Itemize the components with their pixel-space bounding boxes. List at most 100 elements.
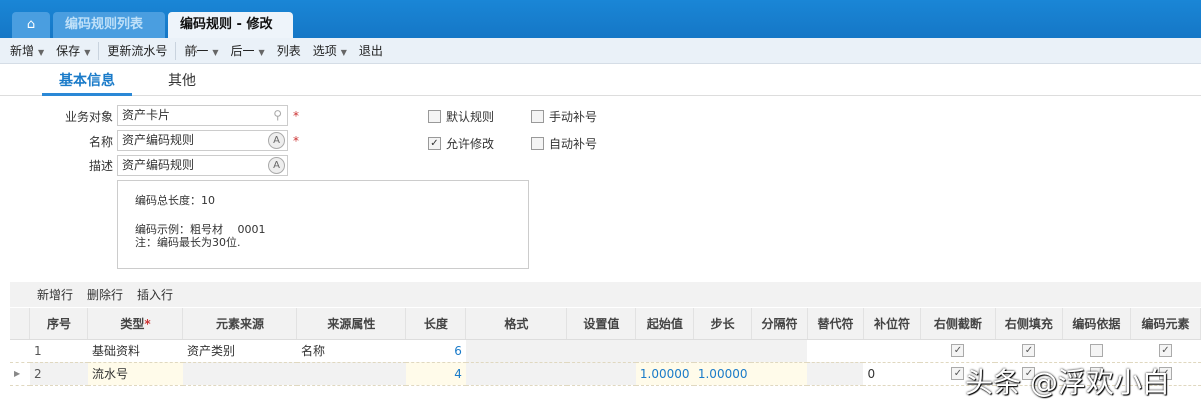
cell-type[interactable]: 基础资料 — [87, 339, 183, 363]
cell-sub[interactable] — [807, 362, 864, 386]
cell-setval[interactable] — [566, 339, 636, 363]
tab-home[interactable]: ⌂ — [12, 12, 50, 38]
column-header[interactable]: 设置值 — [566, 308, 637, 340]
cell-sep[interactable] — [751, 362, 808, 386]
multilang-icon[interactable]: A — [268, 132, 285, 149]
column-header[interactable]: 序号 — [29, 308, 89, 340]
checkbox-checked-icon[interactable]: ✓ — [951, 367, 965, 380]
desc-label: 描述 — [88, 159, 113, 173]
tab-basic-info[interactable]: 基本信息 — [42, 70, 132, 96]
cell-source[interactable] — [182, 362, 297, 386]
tab-rule-list[interactable]: 编码规则列表 — [53, 12, 165, 38]
divider — [175, 41, 177, 60]
cell-format[interactable] — [465, 339, 567, 363]
desc-input[interactable]: 资产编码规则 A — [117, 155, 288, 176]
checkbox-checked-icon[interactable]: ✓ — [1022, 344, 1036, 357]
cell-basis[interactable] — [1062, 339, 1131, 363]
multilang-icon[interactable]: A — [268, 157, 285, 174]
cell-start[interactable] — [635, 339, 694, 363]
cell-step[interactable] — [693, 339, 752, 363]
sub-tabs: 基本信息 其他 — [0, 64, 1201, 96]
divider — [98, 41, 100, 60]
default-rule-checkbox[interactable]: 默认规则 — [428, 108, 494, 125]
chevron-down-icon: ▼ — [258, 48, 265, 57]
biz-object-label: 业务对象 — [64, 110, 113, 124]
column-header[interactable]: 类型* — [87, 308, 184, 340]
options-button[interactable]: 选项 ▼ — [307, 42, 353, 59]
column-header[interactable]: 右侧截断 — [920, 308, 996, 340]
total-length-text: 编码总长度：10 — [135, 194, 215, 207]
note-text: 注：编码最长为30位. — [135, 236, 241, 249]
row-indicator — [10, 339, 30, 363]
biz-object-input[interactable]: 资产卡片 ⚲ — [117, 105, 288, 126]
chevron-down-icon: ▼ — [340, 48, 347, 57]
manual-fill-checkbox[interactable]: 手动补号 — [531, 108, 597, 125]
chevron-down-icon: ▼ — [84, 48, 91, 57]
cell-length[interactable]: 6 — [405, 339, 466, 363]
cell-seq[interactable]: 1 — [29, 339, 88, 363]
allow-edit-checkbox[interactable]: ✓ 允许修改 — [428, 135, 494, 152]
search-icon[interactable]: ⚲ — [273, 106, 282, 125]
tab-rule-edit[interactable]: 编码规则 - 修改 ✕ — [168, 12, 293, 58]
column-header[interactable]: 右侧填充 — [995, 308, 1063, 340]
insert-row-button[interactable]: 插入行 — [137, 286, 173, 303]
cell-pad[interactable]: 0 — [863, 362, 921, 386]
auto-fill-checkbox[interactable]: 自动补号 — [531, 135, 597, 152]
checkbox-checked-icon: ✓ — [428, 137, 441, 150]
cell-pad[interactable] — [863, 339, 921, 363]
cell-sub[interactable] — [807, 339, 864, 363]
column-header[interactable]: 来源属性 — [296, 308, 407, 340]
cell-attr[interactable] — [296, 362, 406, 386]
checkbox-checked-icon[interactable]: ✓ — [951, 344, 965, 357]
checkbox-icon[interactable] — [1089, 344, 1103, 357]
delete-row-button[interactable]: 删除行 — [87, 286, 123, 303]
chevron-down-icon: ▼ — [212, 48, 219, 57]
cell-format[interactable] — [465, 362, 567, 386]
required-mark: * — [293, 109, 299, 123]
tab-other[interactable]: 其他 — [168, 70, 196, 90]
list-button[interactable]: 列表 — [271, 42, 307, 59]
name-input[interactable]: 资产编码规则 A — [117, 130, 288, 151]
add-button[interactable]: 新增 ▼ — [4, 42, 50, 59]
checkbox-checked-icon[interactable]: ✓ — [1158, 344, 1172, 357]
close-icon[interactable]: ✕ — [188, 43, 199, 58]
cell-trunc[interactable]: ✓ — [920, 339, 996, 363]
cell-step[interactable]: 1.00000 — [693, 362, 752, 386]
cell-start[interactable]: 1.00000 — [635, 362, 694, 386]
cell-setval[interactable] — [566, 362, 636, 386]
cell-attr[interactable]: 名称 — [296, 339, 406, 363]
column-header[interactable]: 分隔符 — [751, 308, 808, 340]
cell-length[interactable]: 4 — [405, 362, 466, 386]
checkbox-icon — [531, 137, 544, 150]
column-header[interactable]: 编码依据 — [1062, 308, 1131, 340]
column-header[interactable]: 替代符 — [807, 308, 864, 340]
save-button[interactable]: 保存 ▼ — [50, 42, 96, 59]
next-button[interactable]: 后一 ▼ — [225, 42, 271, 59]
column-header[interactable]: 补位符 — [863, 308, 921, 340]
cell-seq[interactable]: 2 — [29, 362, 88, 386]
tab-bar: ⌂ 编码规则列表 编码规则 - 修改 ✕ — [0, 0, 1201, 58]
add-row-button[interactable]: 新增行 — [37, 286, 73, 303]
current-row-icon: ▶ — [10, 362, 30, 386]
code-info-panel: 编码总长度：10 编码示例：粗号材 0001 注：编码最长为30位. — [117, 180, 529, 269]
exit-button[interactable]: 退出 — [353, 42, 389, 59]
cell-fill[interactable]: ✓ — [995, 339, 1063, 363]
watermark: 头条 @浮欢小白 — [965, 366, 1170, 399]
column-header[interactable]: 步长 — [693, 308, 752, 340]
column-header[interactable]: 起始值 — [635, 308, 695, 340]
column-header[interactable]: 长度 — [405, 308, 467, 340]
table-row[interactable]: 1 基础资料 资产类别 名称 6 ✓ ✓ ✓ — [10, 339, 1201, 363]
home-icon: ⌂ — [26, 17, 36, 32]
cell-type[interactable]: 流水号 — [87, 362, 183, 386]
chevron-down-icon: ▼ — [38, 48, 45, 57]
update-serial-button[interactable]: 更新流水号 — [101, 42, 173, 59]
checkbox-icon — [428, 110, 441, 123]
cell-source[interactable]: 资产类别 — [182, 339, 297, 363]
required-mark: * — [144, 316, 151, 331]
column-header[interactable]: 格式 — [465, 308, 568, 340]
cell-elem[interactable]: ✓ — [1130, 339, 1201, 363]
column-header[interactable]: 元素来源 — [182, 308, 298, 340]
cell-sep[interactable] — [751, 339, 808, 363]
column-header[interactable]: 编码元素 — [1130, 308, 1201, 340]
grid-header: 序号 类型* 元素来源 来源属性 长度 格式 设置值 起始值 步长 分隔符 替代符 补位符 右侧截断 右侧… — [10, 308, 1201, 340]
